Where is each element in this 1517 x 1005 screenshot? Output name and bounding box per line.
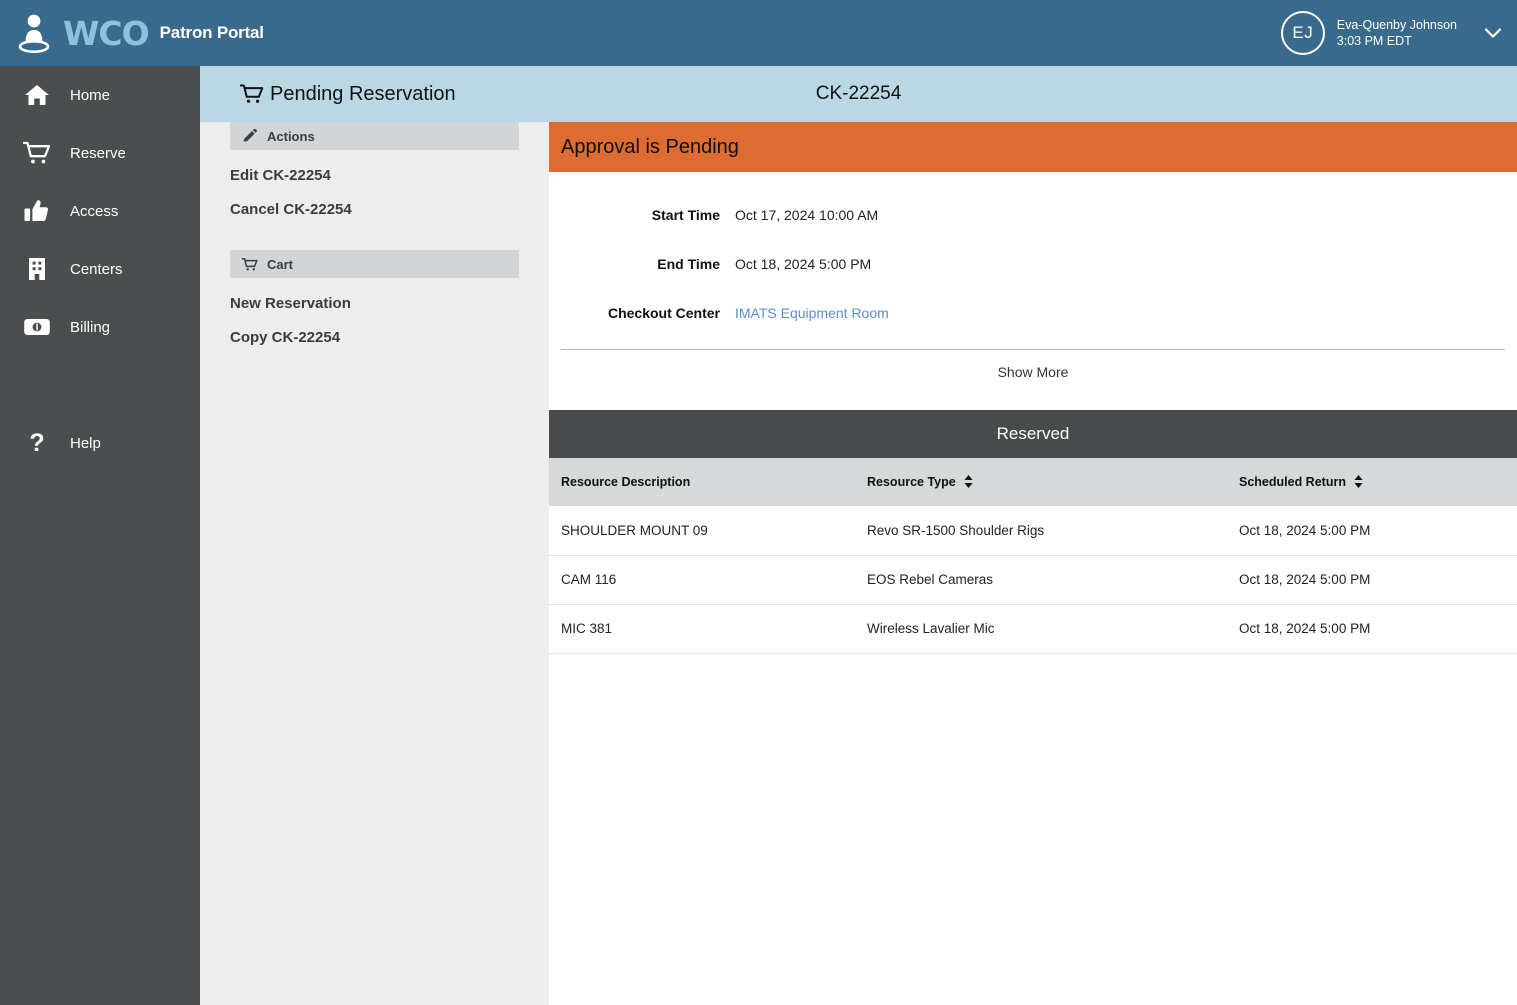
reserved-section-heading: Reserved [549, 410, 1517, 458]
user-menu[interactable]: EJ Eva-Quenby Johnson 3:03 PM EDT [1280, 0, 1517, 66]
cell-resource-type: EOS Rebel Cameras [855, 555, 1227, 605]
cell-resource-type: Revo SR-1500 Shoulder Rigs [855, 506, 1227, 556]
table-row[interactable]: CAM 116 EOS Rebel Cameras Oct 18, 2024 5… [549, 555, 1517, 605]
detail-label: Start Time [651, 206, 720, 223]
question-mark-icon: ? [20, 428, 54, 458]
column-header-label: Resource Description [561, 475, 691, 489]
user-time: 3:03 PM EDT [1336, 34, 1412, 48]
cell-scheduled-return: Oct 18, 2024 5:00 PM [1227, 506, 1517, 556]
column-header-scheduled-return[interactable]: Scheduled Return [1227, 458, 1517, 506]
cart-icon [20, 138, 54, 168]
user-info: Eva-Quenby Johnson 3:03 PM EDT [1337, 17, 1457, 50]
sidebar: Home Reserve Access Centers Billing ? He… [0, 66, 200, 1005]
top-bar: WCO Patron Portal EJ Eva-Quenby Johnson … [0, 0, 1517, 66]
reservation-details: Start Time Oct 17, 2024 10:00 AM End Tim… [549, 172, 1517, 337]
sidebar-item-label: Billing [70, 318, 111, 336]
reservation-code: CK-22254 [815, 83, 902, 104]
cart-header: Cart [230, 250, 519, 278]
table-row[interactable]: MIC 381 Wireless Lavalier Mic Oct 18, 20… [549, 604, 1517, 654]
sidebar-item-reserve[interactable]: Reserve [0, 124, 200, 182]
svg-text:?: ? [29, 430, 44, 456]
panel-gap [200, 218, 549, 250]
cell-resource-description: CAM 116 [549, 555, 855, 605]
page-title-text: Pending Reservation [270, 82, 456, 105]
detail-row: End Time Oct 18, 2024 5:00 PM [549, 239, 1517, 288]
table-row[interactable]: SHOULDER MOUNT 09 Revo SR-1500 Shoulder … [549, 506, 1517, 556]
sidebar-item-label: Centers [70, 260, 123, 278]
column-header-resource-type[interactable]: Resource Type [855, 458, 1227, 506]
thumbs-up-icon [20, 196, 54, 226]
main-content: Approval is Pending Start Time Oct 17, 2… [549, 122, 1517, 1005]
column-header-label: Scheduled Return [1239, 475, 1346, 489]
cell-resource-description: MIC 381 [549, 604, 855, 654]
sidebar-item-label: Access [70, 202, 119, 220]
pencil-icon [243, 128, 258, 141]
person-location-icon [18, 14, 50, 53]
actions-group: Actions Edit CK-22254 Cancel CK-22254 [230, 122, 519, 218]
sort-arrows-icon[interactable] [1354, 475, 1364, 488]
column-header-label: Resource Type [867, 475, 956, 489]
building-icon [20, 254, 54, 284]
sidebar-item-label: Reserve [70, 144, 126, 162]
cart-header-label: Cart [267, 256, 294, 272]
chevron-down-icon[interactable] [1483, 23, 1503, 43]
detail-row: Checkout Center IMATS Equipment Room [549, 288, 1517, 337]
cell-scheduled-return: Oct 18, 2024 5:00 PM [1227, 555, 1517, 605]
show-more-link[interactable]: Show More [998, 364, 1069, 380]
status-banner: Approval is Pending [549, 122, 1517, 172]
banknote-icon [20, 312, 54, 342]
page-header: Pending Reservation CK-22254 [200, 66, 1517, 122]
table-body: SHOULDER MOUNT 09 Revo SR-1500 Shoulder … [549, 506, 1517, 654]
left-panel: Actions Edit CK-22254 Cancel CK-22254 Ca… [200, 122, 549, 1005]
sidebar-item-access[interactable]: Access [0, 182, 200, 240]
cart-icon [240, 84, 264, 103]
cell-resource-type: Wireless Lavalier Mic [855, 604, 1227, 654]
detail-label: Checkout Center [607, 304, 720, 321]
column-header-resource-description: Resource Description [549, 458, 855, 506]
sidebar-item-help[interactable]: ? Help [0, 414, 200, 472]
table-head: Resource Description Resource Type Sched… [549, 458, 1517, 506]
cart-group: Cart New Reservation Copy CK-22254 [230, 250, 519, 346]
sidebar-item-label: Help [70, 434, 101, 452]
cell-scheduled-return: Oct 18, 2024 5:00 PM [1227, 604, 1517, 654]
detail-row: Start Time Oct 17, 2024 10:00 AM [549, 190, 1517, 239]
home-icon [20, 80, 54, 110]
avatar: EJ [1280, 11, 1325, 55]
page-title: Pending Reservation [240, 83, 456, 106]
brand-subtitle: Patron Portal [159, 23, 264, 42]
actions-header-label: Actions [267, 128, 315, 144]
table-header-row: Resource Description Resource Type Sched… [549, 458, 1517, 506]
detail-value: Oct 18, 2024 5:00 PM [735, 255, 872, 272]
show-more-section: Show More [561, 349, 1505, 382]
brand-logo-text: WCO [63, 13, 150, 53]
new-reservation-link[interactable]: New Reservation [230, 278, 519, 312]
reserved-table: Resource Description Resource Type Sched… [549, 458, 1517, 654]
cart-icon [242, 257, 258, 271]
detail-value: Oct 17, 2024 10:00 AM [735, 206, 879, 223]
cell-resource-description: SHOULDER MOUNT 09 [549, 506, 855, 556]
brand[interactable]: WCO Patron Portal [0, 10, 264, 56]
sidebar-item-billing[interactable]: Billing [0, 298, 200, 356]
detail-label: End Time [657, 255, 720, 272]
checkout-center-link[interactable]: IMATS Equipment Room [735, 305, 889, 321]
sidebar-item-home[interactable]: Home [0, 66, 200, 124]
sidebar-item-label: Home [70, 86, 111, 104]
actions-header: Actions [230, 122, 519, 150]
user-name: Eva-Quenby Johnson [1336, 17, 1457, 32]
edit-reservation-link[interactable]: Edit CK-22254 [230, 150, 519, 184]
cancel-reservation-link[interactable]: Cancel CK-22254 [230, 184, 519, 218]
sidebar-item-centers[interactable]: Centers [0, 240, 200, 298]
copy-reservation-link[interactable]: Copy CK-22254 [230, 312, 519, 346]
sort-arrows-icon[interactable] [964, 475, 973, 488]
